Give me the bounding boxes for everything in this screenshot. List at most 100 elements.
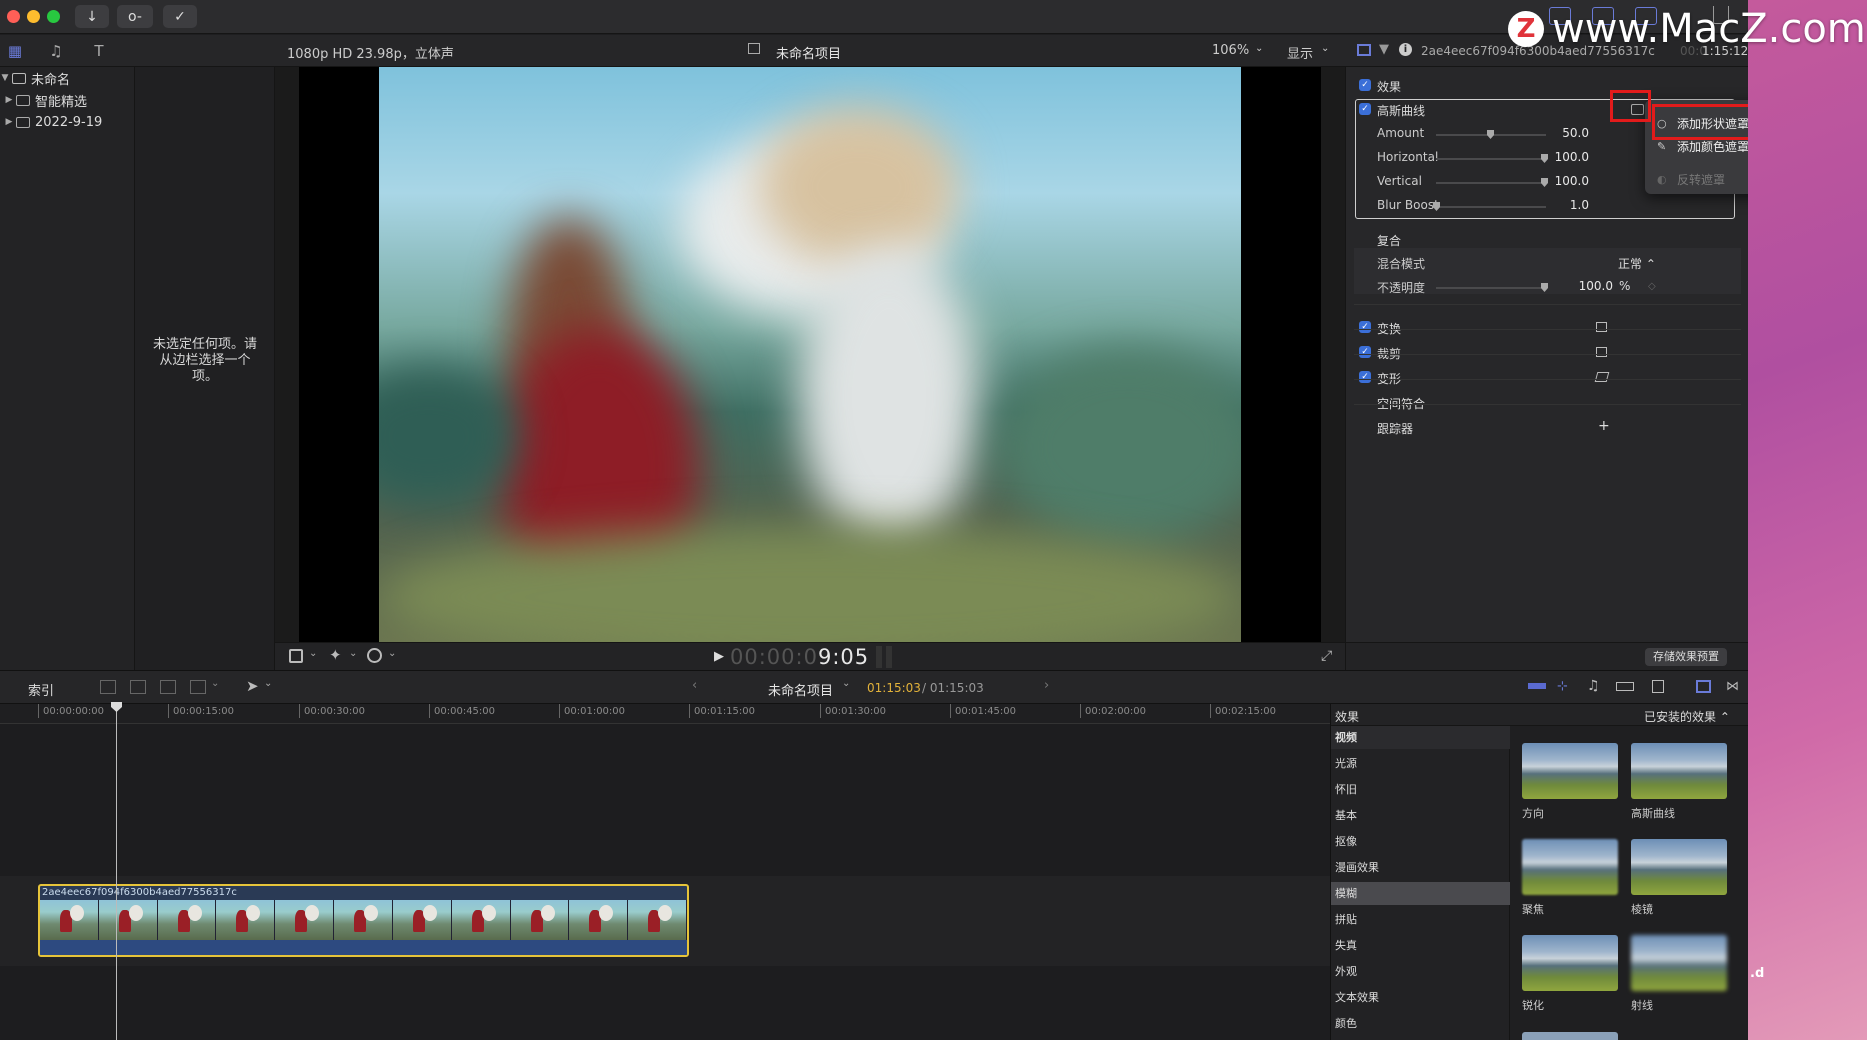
- zoom-menu[interactable]: 106%: [1212, 43, 1249, 58]
- timeline-project-name[interactable]: 未命名项目: [768, 680, 833, 699]
- connect-clip-icon[interactable]: [100, 680, 116, 694]
- category-item[interactable]: 文本效果: [1331, 986, 1510, 1009]
- select-tool-icon[interactable]: ➤: [246, 677, 259, 695]
- opacity-value[interactable]: 100.0: [1563, 279, 1613, 293]
- chevron-down-icon[interactable]: ⌄: [264, 678, 272, 689]
- libraries-icon[interactable]: ▦: [5, 42, 25, 60]
- category-item[interactable]: 拼贴: [1331, 908, 1510, 931]
- category-item[interactable]: 基本: [1331, 804, 1510, 827]
- chevron-down-icon[interactable]: ⌄: [211, 678, 219, 689]
- transform-checkbox[interactable]: ✓: [1359, 321, 1371, 333]
- fullscreen-icon[interactable]: ⤢: [1321, 648, 1332, 664]
- sidebar-item-event[interactable]: ▶ 2022-9-19: [4, 111, 103, 133]
- installed-effects-menu[interactable]: 已安装的效果 ⌃: [1644, 708, 1730, 725]
- chevron-down-icon[interactable]: ⌄: [842, 678, 850, 689]
- video-frame[interactable]: [379, 67, 1241, 642]
- close-window-button[interactable]: [7, 10, 20, 23]
- zoom-window-button[interactable]: [47, 10, 60, 23]
- inspector-footer: 存储效果预置: [1345, 642, 1748, 670]
- snapping-icon[interactable]: [1652, 680, 1664, 693]
- category-item[interactable]: 颜色: [1331, 1012, 1510, 1035]
- video-inspector-icon[interactable]: [1357, 44, 1371, 56]
- crop-checkbox[interactable]: ✓: [1359, 346, 1371, 358]
- clip-thumbnail: [157, 900, 217, 940]
- history-forward-icon[interactable]: ›: [1044, 678, 1049, 693]
- sidebar-item-smart-collections[interactable]: ▶ 智能精选: [4, 89, 87, 111]
- category-item[interactable]: 光源: [1331, 752, 1510, 775]
- timecode-display: 00:00:09:05: [730, 645, 870, 669]
- category-item[interactable]: 外观: [1331, 960, 1510, 983]
- headphones-icon[interactable]: ♫: [1587, 678, 1600, 694]
- disclosure-closed-icon[interactable]: ▶: [4, 95, 14, 105]
- distort-checkbox[interactable]: ✓: [1359, 371, 1371, 383]
- effect-enable-checkbox[interactable]: ✓: [1359, 103, 1371, 115]
- add-tracker-button[interactable]: +: [1598, 418, 1610, 434]
- effect-thumbnail[interactable]: 射线: [1631, 935, 1727, 1013]
- vertical-value[interactable]: 100.0: [1539, 174, 1589, 188]
- transform-onscreen-icon[interactable]: [1596, 322, 1607, 332]
- insert-clip-icon[interactable]: [130, 680, 146, 694]
- chevron-down-icon[interactable]: ⌄: [309, 648, 317, 659]
- append-clip-icon[interactable]: [160, 680, 176, 694]
- category-item-selected[interactable]: 模糊: [1331, 882, 1510, 905]
- keywords-button[interactable]: o-: [117, 5, 153, 28]
- effect-thumbnail[interactable]: 高斯曲线: [1631, 743, 1727, 821]
- category-item[interactable]: 漫画效果: [1331, 856, 1510, 879]
- timeline-clip[interactable]: 2ae4eec67f094f6300b4aed77556317c: [38, 884, 689, 957]
- effects-browser-icon[interactable]: [1696, 680, 1711, 693]
- color-inspector-icon[interactable]: ▼: [1379, 42, 1389, 57]
- magic-wand-icon[interactable]: ✦: [329, 646, 342, 664]
- background-tasks-button[interactable]: ✓: [163, 5, 197, 28]
- horizontal-slider[interactable]: [1436, 158, 1546, 160]
- import-button[interactable]: ↓: [75, 5, 109, 28]
- clip-appearance-icon[interactable]: [1528, 683, 1546, 689]
- category-item[interactable]: 怀旧: [1331, 778, 1510, 801]
- disclosure-open-icon[interactable]: ▼: [0, 73, 10, 83]
- index-button[interactable]: 索引: [28, 680, 54, 699]
- divider: [1354, 404, 1741, 405]
- effect-thumbnail[interactable]: 棱镜: [1631, 839, 1727, 917]
- display-menu[interactable]: 显示: [1287, 43, 1313, 62]
- save-effects-preset-button[interactable]: 存储效果预置: [1645, 648, 1727, 666]
- solo-icon[interactable]: [1616, 682, 1634, 691]
- opacity-slider[interactable]: [1436, 287, 1546, 289]
- timeline-ruler[interactable]: 00:00:00:00 00:00:15:00 00:00:30:00 00:0…: [0, 704, 1330, 724]
- keyframe-diamond-icon[interactable]: ◇: [1648, 281, 1656, 292]
- category-item[interactable]: 抠像: [1331, 830, 1510, 853]
- blur-boost-value[interactable]: 1.0: [1539, 198, 1589, 212]
- distort-onscreen-icon[interactable]: [1594, 372, 1610, 382]
- blend-mode-menu[interactable]: 正常 ⌃: [1618, 255, 1656, 272]
- amount-value[interactable]: 50.0: [1539, 126, 1589, 140]
- minimize-window-button[interactable]: [27, 10, 40, 23]
- blur-boost-slider[interactable]: [1436, 206, 1546, 208]
- skimming-icon[interactable]: ⊹: [1557, 679, 1568, 694]
- chevron-down-icon[interactable]: ⌄: [388, 648, 396, 659]
- playhead[interactable]: [111, 702, 122, 1040]
- clip-thumbnail: [628, 900, 687, 940]
- chevron-down-icon[interactable]: ⌄: [349, 648, 357, 659]
- effects-checkbox[interactable]: ✓: [1359, 79, 1371, 91]
- play-icon[interactable]: ▶: [714, 649, 724, 664]
- clip-thumbnail: [40, 900, 99, 940]
- category-item[interactable]: 失真: [1331, 934, 1510, 957]
- effect-thumbnail[interactable]: 锐化: [1522, 935, 1618, 1013]
- disclosure-closed-icon[interactable]: ▶: [4, 117, 14, 127]
- category-video[interactable]: 视频: [1331, 726, 1510, 749]
- overwrite-clip-icon[interactable]: [190, 680, 206, 694]
- transform-tool-icon[interactable]: [289, 649, 303, 663]
- effect-thumbnail[interactable]: 聚焦: [1522, 839, 1618, 917]
- sidebar-item-library[interactable]: ▼ 未命名: [0, 67, 70, 89]
- horizontal-value[interactable]: 100.0: [1539, 150, 1589, 164]
- vertical-slider[interactable]: [1436, 182, 1546, 184]
- history-back-icon[interactable]: ‹: [692, 678, 697, 693]
- invert-mask-item[interactable]: ◐ 反转遮罩: [1645, 168, 1748, 190]
- info-icon[interactable]: i: [1399, 43, 1412, 56]
- titles-generators-icon[interactable]: T: [89, 42, 109, 60]
- effect-thumbnail[interactable]: 方向: [1522, 743, 1618, 821]
- photos-audio-icon[interactable]: ♫: [46, 42, 66, 60]
- effect-name: 高斯曲线: [1377, 104, 1426, 118]
- transitions-browser-icon[interactable]: ⋈: [1726, 679, 1739, 694]
- retime-icon[interactable]: [367, 648, 382, 663]
- video-canvas: [299, 67, 1321, 642]
- crop-onscreen-icon[interactable]: [1596, 347, 1607, 357]
